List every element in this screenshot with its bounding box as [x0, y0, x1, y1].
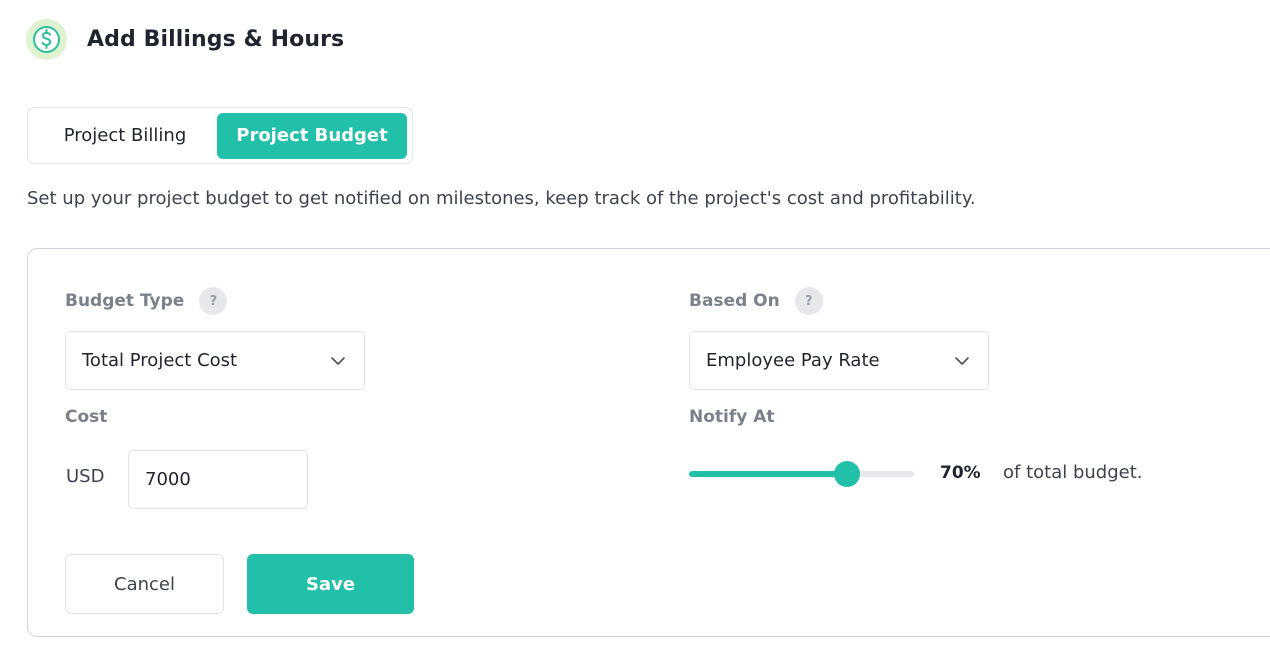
dollar-circle-icon: [26, 19, 67, 60]
budget-type-value: Total Project Cost: [82, 350, 238, 371]
notify-at-label: Notify At: [689, 407, 775, 427]
page-title: Add Billings & Hours: [87, 27, 345, 52]
help-icon[interactable]: ?: [794, 287, 823, 315]
help-icon[interactable]: ?: [199, 287, 228, 315]
based-on-select[interactable]: Employee Pay Rate: [689, 331, 989, 390]
cost-label: Cost: [65, 407, 108, 427]
based-on-label-text: Based On: [689, 291, 780, 311]
notify-percent: 70%: [940, 463, 981, 483]
save-button[interactable]: Save: [247, 554, 414, 614]
budget-tabs: Project Billing Project Budget: [27, 107, 413, 164]
budget-type-label-text: Budget Type: [65, 291, 185, 311]
budget-description: Set up your project budget to get notifi…: [27, 188, 976, 209]
based-on-value: Employee Pay Rate: [706, 350, 880, 371]
chevron-down-icon: [331, 356, 345, 365]
budget-type-label: Budget Type ?: [65, 287, 228, 315]
cancel-button[interactable]: Cancel: [65, 554, 224, 614]
budget-form-card: Budget Type ? Total Project Cost Based O…: [27, 248, 1270, 637]
slider-fill: [689, 471, 847, 477]
based-on-label: Based On ?: [689, 287, 823, 315]
cost-input[interactable]: [128, 450, 308, 509]
chevron-down-icon: [955, 356, 969, 365]
tab-project-budget[interactable]: Project Budget: [217, 112, 407, 159]
notify-slider[interactable]: [689, 461, 914, 487]
page-header: Add Billings & Hours: [26, 19, 344, 60]
tab-project-billing[interactable]: Project Billing: [33, 113, 217, 159]
slider-handle[interactable]: [833, 461, 860, 487]
currency-label: USD: [66, 466, 105, 487]
budget-type-select[interactable]: Total Project Cost: [65, 331, 365, 390]
notify-suffix: of total budget.: [1003, 462, 1143, 483]
